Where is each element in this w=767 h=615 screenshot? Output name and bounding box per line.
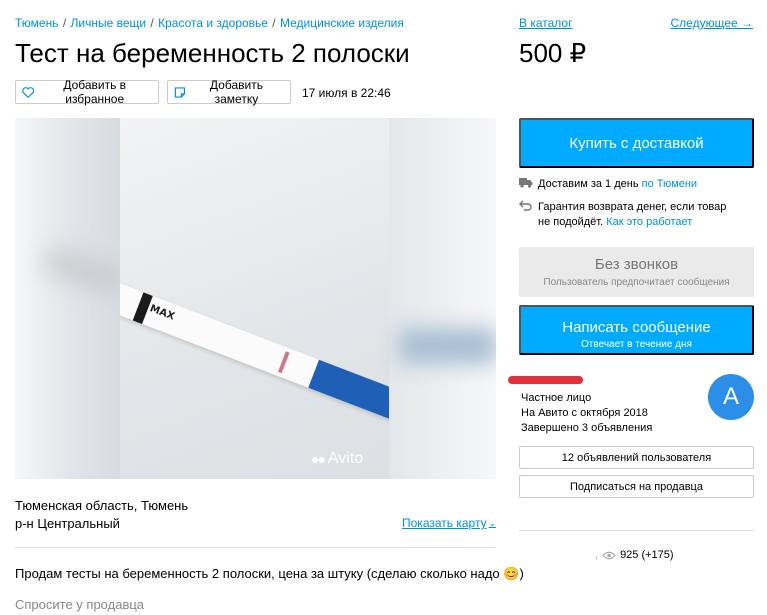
seller-info: Частное лицо На Авито с октября 2018 Зав…	[521, 391, 652, 436]
location-region: Тюменская область, Тюмень	[15, 498, 189, 513]
show-map-link[interactable]: Показать карту ⌄	[402, 516, 496, 530]
add-favorite-button[interactable]: Добавить в избранное	[15, 78, 159, 106]
test-strip: MAX	[120, 268, 389, 426]
add-note-label: Добавить заметку	[209, 78, 263, 106]
add-note-button[interactable]: Добавить заметку	[167, 78, 291, 106]
seller-completed: Завершено 3 объявления	[521, 422, 653, 434]
add-favorite-label: Добавить в избранное	[63, 78, 127, 106]
truck-icon	[519, 177, 533, 193]
ask-seller-heading: Спросите у продавца	[15, 597, 145, 612]
strip-label: MAX	[148, 303, 176, 323]
seller-type: Частное лицо	[521, 392, 592, 404]
write-message-button[interactable]: Написать сообщение Отвечает в течение дн…	[519, 305, 754, 355]
watermark-text: Avito	[327, 450, 364, 467]
view-counter: , 925 (+175)	[595, 549, 674, 561]
views-count: 925 (+175)	[620, 549, 674, 561]
breadcrumb-beauty[interactable]: Красота и здоровье	[158, 16, 268, 30]
catalog-link[interactable]: В каталог	[519, 16, 572, 30]
show-map-label: Показать карту	[402, 516, 487, 530]
prev-photo-preview[interactable]	[15, 118, 128, 479]
photo-gallery[interactable]: MAX ●● Avito	[15, 118, 496, 479]
breadcrumb-personal[interactable]: Личные вещи	[71, 16, 147, 30]
item-description: Продам тесты на беременность 2 полоски, …	[15, 566, 524, 581]
location: Тюменская область, Тюмень р-н Центральны…	[15, 497, 188, 533]
no-calls-title: Без звонков	[594, 256, 679, 273]
next-link[interactable]: Следующее →	[671, 16, 754, 30]
price: 500 ₽	[519, 38, 587, 68]
eye-icon	[602, 551, 616, 559]
delivery-city-link[interactable]: по Тюмени	[642, 178, 697, 190]
heart-icon	[22, 86, 35, 98]
note-icon	[174, 86, 186, 98]
refund-info: Гарантия возврата денег, если товар не п…	[519, 200, 728, 230]
how-it-works-link[interactable]: Как это работает	[606, 216, 692, 228]
avito-watermark: ●● Avito	[311, 450, 363, 468]
subscribe-seller-button[interactable]: Подписаться на продавца	[519, 475, 754, 498]
delivery-text: Доставим за 1 день	[538, 178, 639, 190]
main-photo[interactable]: MAX	[120, 118, 389, 479]
no-calls-subtitle: Пользователь предпочитает сообщения	[543, 277, 730, 288]
seller-since: На Авито с октября 2018	[521, 407, 648, 419]
no-calls-notice: Без звонков Пользователь предпочитает со…	[519, 247, 754, 297]
breadcrumb: Тюмень / Личные вещи / Красота и здоровь…	[15, 16, 404, 30]
publish-date: 17 июля в 22:46	[302, 86, 391, 100]
user-ads-button[interactable]: 12 объявлений пользователя	[519, 446, 754, 469]
return-arrow-icon	[519, 200, 533, 230]
divider	[519, 530, 754, 531]
seller-name-redacted	[508, 376, 583, 384]
response-time-label: Отвечает в течение дня	[581, 339, 692, 350]
page-title: Тест на беременность 2 полоски	[15, 38, 410, 68]
delivery-info: Доставим за 1 день по Тюмени	[519, 177, 697, 193]
chevron-down-icon: ⌄	[488, 517, 497, 528]
avito-logo-icon: ●●	[311, 451, 326, 467]
buy-with-delivery-button[interactable]: Купить с доставкой	[519, 118, 754, 168]
breadcrumb-city[interactable]: Тюмень	[15, 16, 58, 30]
location-district: р-н Центральный	[15, 516, 120, 531]
next-photo-preview[interactable]	[389, 118, 496, 479]
avatar[interactable]: A	[708, 374, 754, 420]
divider	[15, 547, 496, 548]
write-message-label: Написать сообщение	[562, 319, 711, 336]
breadcrumb-medical[interactable]: Медицинские изделия	[280, 16, 404, 30]
